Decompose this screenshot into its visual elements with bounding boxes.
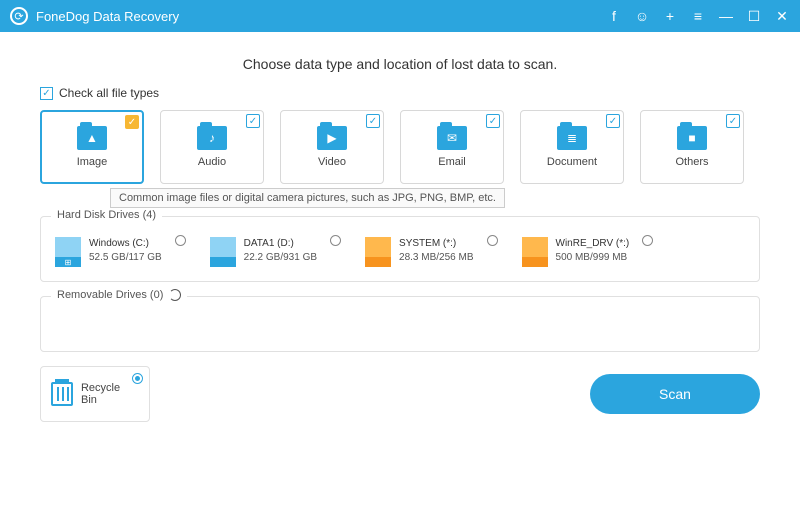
folder-icon: ▶ bbox=[317, 126, 347, 150]
type-label: Email bbox=[438, 156, 466, 168]
type-checkbox[interactable]: ✓ bbox=[366, 114, 380, 128]
titlebar: ⟳ FoneDog Data Recovery f ☺ + ≡ ― ☐ ✕ bbox=[0, 0, 800, 32]
recycle-bin-card[interactable]: Recycle Bin bbox=[40, 366, 150, 422]
drive-size: 500 MB/999 MB bbox=[556, 251, 630, 265]
file-type-row: ✓ ▲ Image ✓ ♪ Audio ✓ ▶ Video ✓ ✉ Email ✓ ≣ Document ✓ ■… bbox=[40, 110, 760, 184]
drive-radio[interactable] bbox=[642, 235, 653, 246]
drive-size: 28.3 MB/256 MB bbox=[399, 251, 473, 265]
app-title: FoneDog Data Recovery bbox=[36, 9, 606, 24]
folder-icon: ▲ bbox=[77, 126, 107, 150]
check-all-row[interactable]: ✓ Check all file types bbox=[40, 86, 760, 100]
refresh-icon[interactable] bbox=[169, 289, 181, 301]
feedback-icon[interactable]: ☺ bbox=[634, 8, 650, 24]
drive-item[interactable]: WinRE_DRV (*:)500 MB/999 MB bbox=[522, 237, 630, 267]
drive-icon bbox=[522, 237, 548, 267]
add-icon[interactable]: + bbox=[662, 8, 678, 24]
type-checkbox[interactable]: ✓ bbox=[606, 114, 620, 128]
type-card-audio[interactable]: ✓ ♪ Audio bbox=[160, 110, 264, 184]
recycle-bin-icon bbox=[51, 382, 73, 406]
close-icon[interactable]: ✕ bbox=[774, 8, 790, 24]
drive-radio[interactable] bbox=[487, 235, 498, 246]
facebook-icon[interactable]: f bbox=[606, 8, 622, 24]
removable-title: Removable Drives (0) bbox=[51, 289, 187, 301]
drive-item[interactable]: ⊞ Windows (C:)52.5 GB/117 GB bbox=[55, 237, 162, 267]
drive-name: Windows (C:) bbox=[89, 237, 162, 251]
check-all-label: Check all file types bbox=[59, 86, 159, 100]
drive-item[interactable]: SYSTEM (*:)28.3 MB/256 MB bbox=[365, 237, 473, 267]
check-all-checkbox[interactable]: ✓ bbox=[40, 87, 53, 100]
hdd-drives: ⊞ Windows (C:)52.5 GB/117 GB DATA1 (D:)22.… bbox=[55, 229, 745, 267]
bottom-bar: Recycle Bin Scan bbox=[0, 366, 800, 422]
drive-name: WinRE_DRV (*:) bbox=[556, 237, 630, 251]
main-content: Choose data type and location of lost da… bbox=[0, 32, 800, 352]
type-label: Image bbox=[77, 156, 108, 168]
type-tooltip: Common image files or digital camera pic… bbox=[110, 188, 505, 208]
drive-size: 22.2 GB/931 GB bbox=[244, 251, 317, 265]
drive-size: 52.5 GB/117 GB bbox=[89, 251, 162, 265]
folder-icon: ✉ bbox=[437, 126, 467, 150]
hdd-section: Hard Disk Drives (4) ⊞Windows (C:)52.5 G… bbox=[40, 216, 760, 282]
page-heading: Choose data type and location of lost da… bbox=[40, 56, 760, 72]
app-logo-icon: ⟳ bbox=[10, 7, 28, 25]
drive-icon bbox=[210, 237, 236, 267]
type-checkbox[interactable]: ✓ bbox=[726, 114, 740, 128]
drive-item[interactable]: DATA1 (D:)22.2 GB/931 GB bbox=[210, 237, 317, 267]
drive-name: SYSTEM (*:) bbox=[399, 237, 473, 251]
folder-icon: ♪ bbox=[197, 126, 227, 150]
maximize-icon[interactable]: ☐ bbox=[746, 8, 762, 24]
drive-icon bbox=[365, 237, 391, 267]
type-card-email[interactable]: ✓ ✉ Email bbox=[400, 110, 504, 184]
scan-button[interactable]: Scan bbox=[590, 374, 760, 414]
hdd-title: Hard Disk Drives (4) bbox=[51, 209, 162, 221]
type-label: Document bbox=[547, 156, 597, 168]
removable-section: Removable Drives (0) bbox=[40, 296, 760, 352]
titlebar-controls: f ☺ + ≡ ― ☐ ✕ bbox=[606, 8, 790, 24]
type-label: Audio bbox=[198, 156, 226, 168]
type-card-others[interactable]: ✓ ■ Others bbox=[640, 110, 744, 184]
folder-icon: ■ bbox=[677, 126, 707, 150]
minimize-icon[interactable]: ― bbox=[718, 8, 734, 24]
drive-radio[interactable] bbox=[330, 235, 341, 246]
type-card-image[interactable]: ✓ ▲ Image bbox=[40, 110, 144, 184]
drive-name: DATA1 (D:) bbox=[244, 237, 317, 251]
drive-radio[interactable] bbox=[175, 235, 186, 246]
type-card-video[interactable]: ✓ ▶ Video bbox=[280, 110, 384, 184]
drive-icon: ⊞ bbox=[55, 237, 81, 267]
recycle-bin-label: Recycle Bin bbox=[81, 382, 139, 406]
menu-icon[interactable]: ≡ bbox=[690, 8, 706, 24]
recycle-bin-radio[interactable] bbox=[132, 373, 143, 384]
type-card-document[interactable]: ✓ ≣ Document bbox=[520, 110, 624, 184]
type-label: Video bbox=[318, 156, 346, 168]
type-checkbox[interactable]: ✓ bbox=[486, 114, 500, 128]
folder-icon: ≣ bbox=[557, 126, 587, 150]
type-label: Others bbox=[675, 156, 708, 168]
type-checkbox[interactable]: ✓ bbox=[246, 114, 260, 128]
type-checkbox[interactable]: ✓ bbox=[125, 115, 139, 129]
